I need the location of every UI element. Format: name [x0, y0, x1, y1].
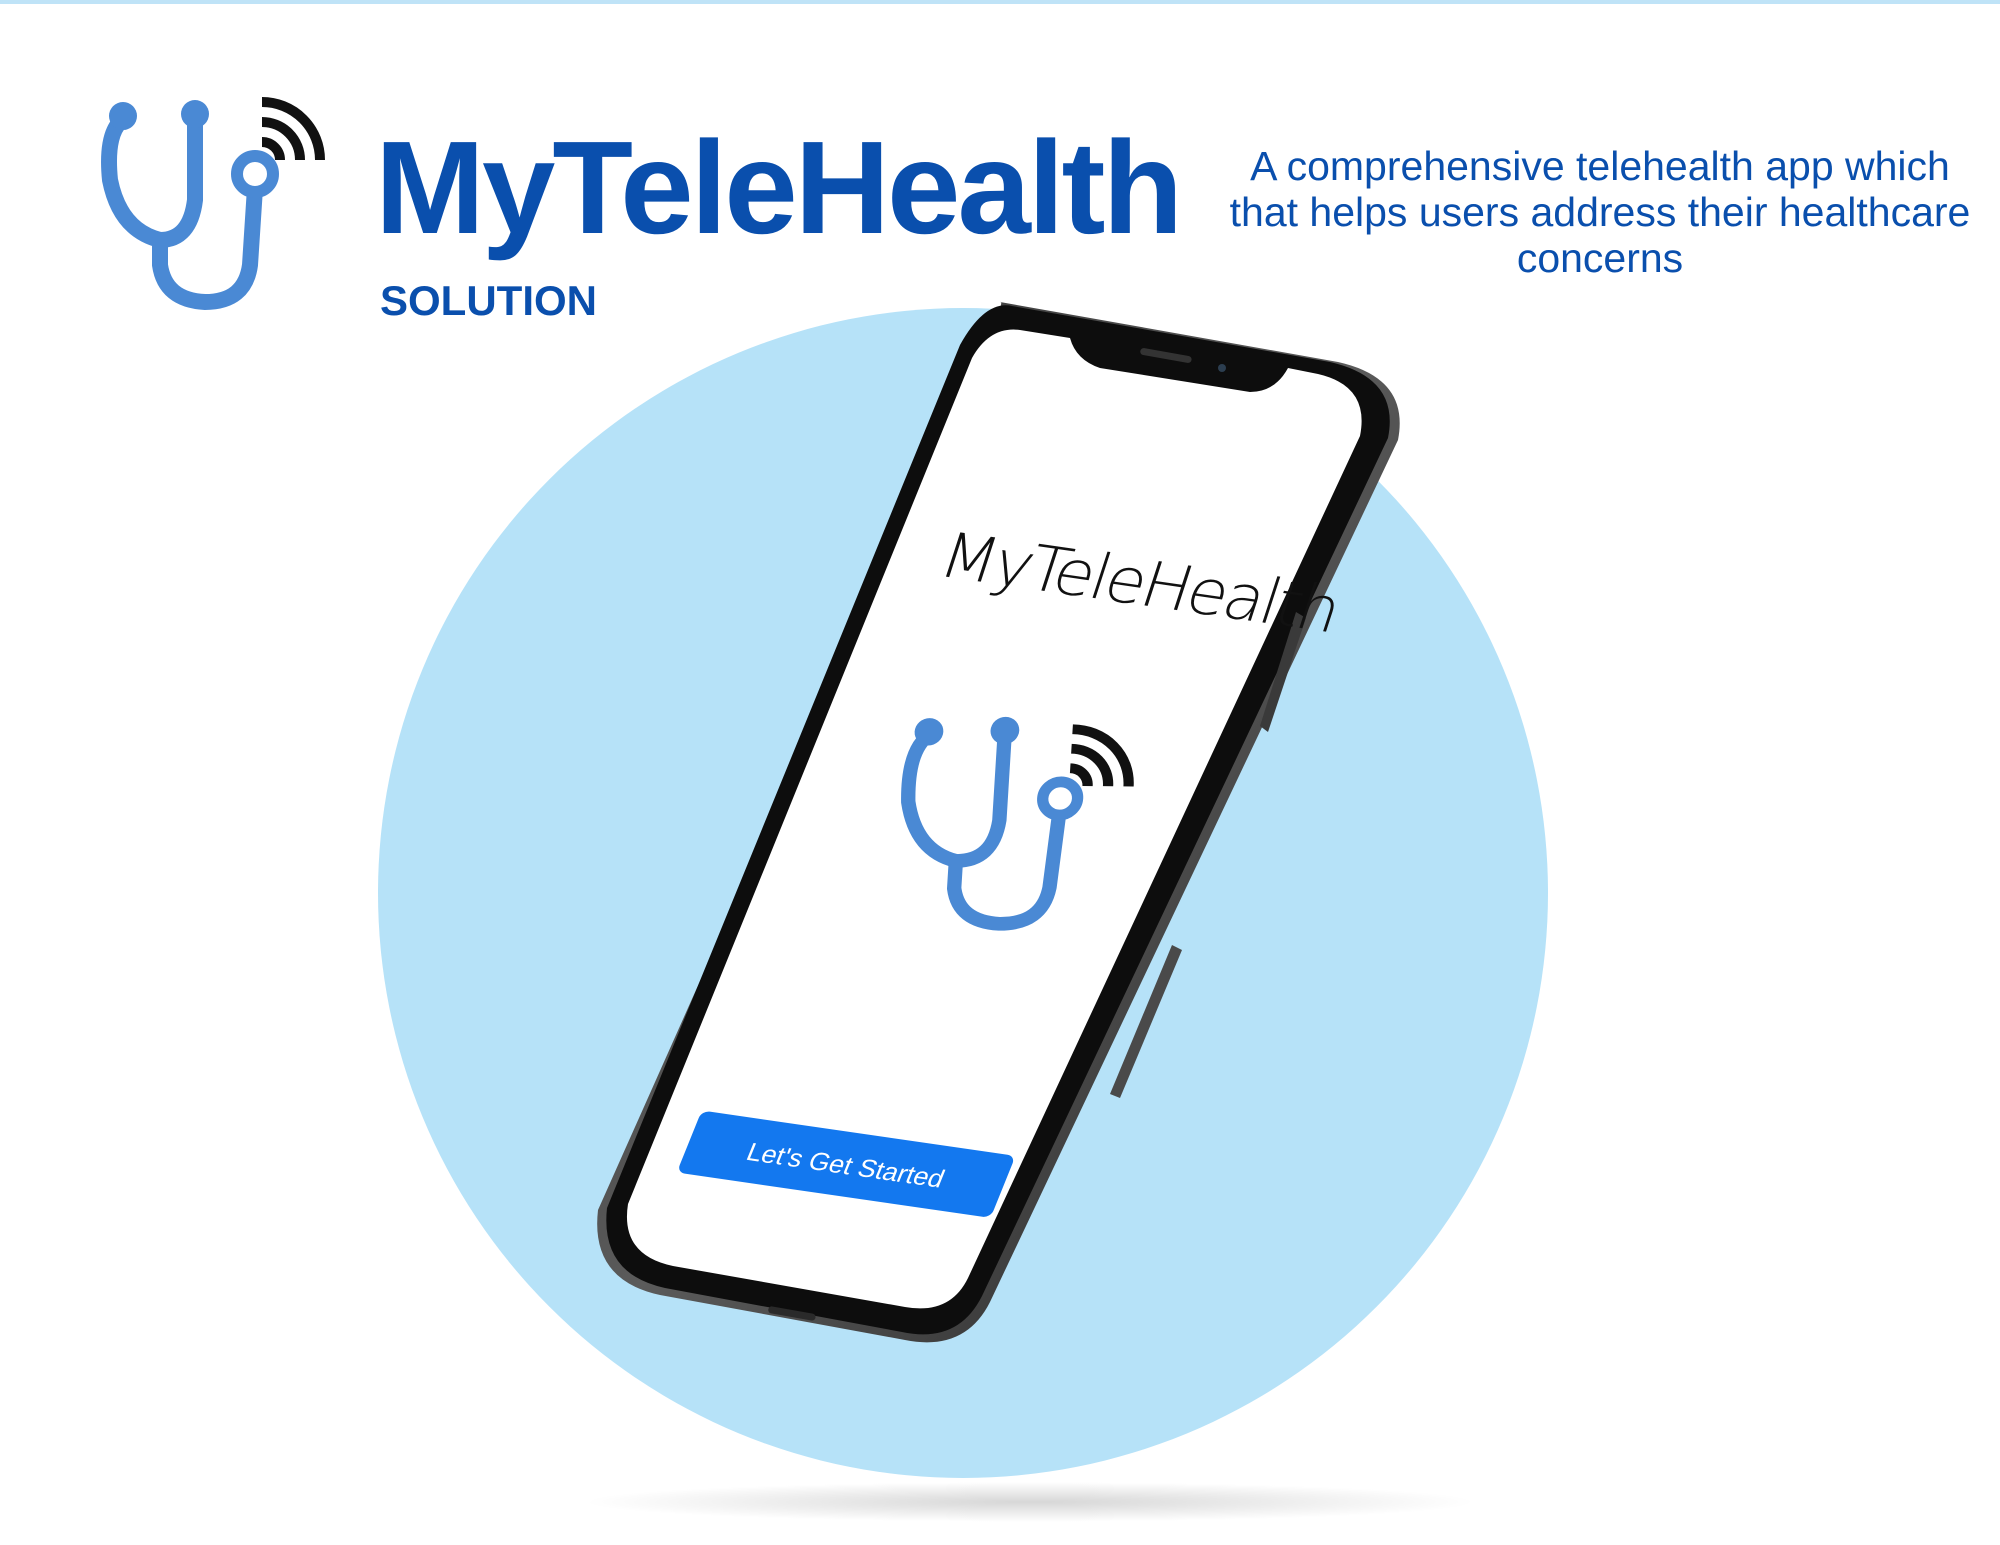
- phone-camera: [1218, 364, 1226, 372]
- stethoscope-wifi-icon: [901, 716, 1134, 931]
